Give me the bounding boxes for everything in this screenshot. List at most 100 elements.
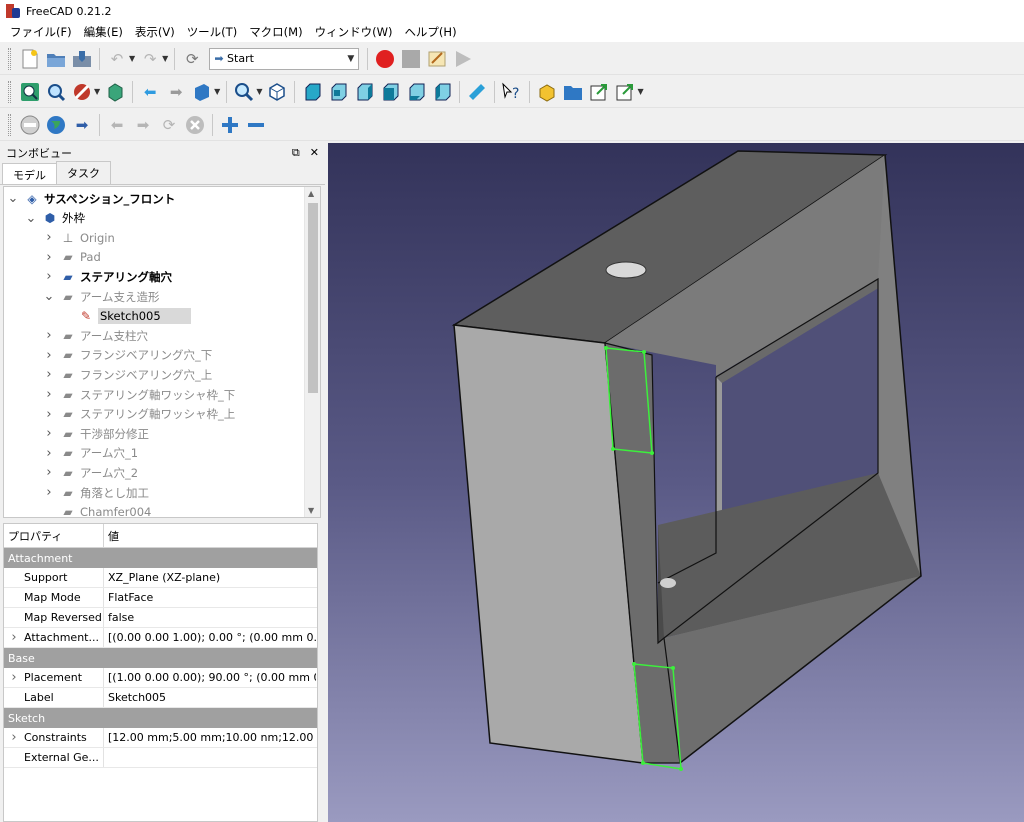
property-row[interactable]: Map Reversed false bbox=[4, 608, 317, 628]
tree-item[interactable]: › ▰ 干渉部分修正 bbox=[42, 424, 149, 443]
tree-item[interactable]: ⌄ ⬢ 外枠 bbox=[24, 209, 85, 228]
tab-model[interactable]: モデル bbox=[2, 163, 57, 184]
property-value[interactable]: [12.00 mm;5.00 mm;10.00 nm;12.00 m... bbox=[104, 731, 316, 744]
bottom-view-icon[interactable] bbox=[405, 81, 427, 103]
undo-icon[interactable]: ↶ bbox=[106, 48, 128, 70]
tree-item[interactable]: › ▰ ステアリング軸ワッシャ枠_上 bbox=[42, 405, 235, 424]
chevron-right-icon[interactable]: › bbox=[42, 328, 56, 343]
tree-item[interactable]: ✎ Sketch005 bbox=[60, 307, 191, 326]
property-row[interactable]: › Attachment... [(0.00 0.00 1.00); 0.00 °;… bbox=[4, 628, 317, 648]
fit-selection-icon[interactable] bbox=[45, 81, 67, 103]
chevron-down-icon[interactable]: ⌄ bbox=[6, 191, 20, 206]
chevron-down-icon[interactable]: ⌄ bbox=[42, 289, 56, 304]
sync-view-dropdown-icon[interactable]: ▼ bbox=[214, 87, 220, 96]
redo-icon[interactable]: ↷ bbox=[139, 48, 161, 70]
menu-help[interactable]: ヘルプ(H) bbox=[398, 24, 462, 40]
bounding-box-icon[interactable] bbox=[104, 81, 126, 103]
web-stop-icon[interactable] bbox=[184, 114, 206, 136]
open-folder-icon[interactable] bbox=[45, 48, 67, 70]
web-back-icon[interactable]: ⬅ bbox=[106, 114, 128, 136]
link-actions-dropdown-icon[interactable]: ▼ bbox=[637, 87, 643, 96]
link-actions-icon[interactable] bbox=[614, 81, 636, 103]
refresh-icon[interactable]: ⟳ bbox=[181, 48, 203, 70]
menu-edit[interactable]: 編集(E) bbox=[78, 24, 129, 40]
left-view-icon[interactable] bbox=[431, 81, 453, 103]
tab-task[interactable]: タスク bbox=[56, 161, 111, 184]
chevron-right-icon[interactable]: › bbox=[42, 446, 56, 461]
make-link-icon[interactable] bbox=[588, 81, 610, 103]
undo-dropdown-icon[interactable]: ▼ bbox=[129, 54, 135, 63]
tree-item[interactable]: ⌄ ◈ サスペンション_フロント bbox=[6, 189, 176, 208]
3d-model-view[interactable] bbox=[328, 143, 1024, 822]
property-value[interactable]: [(1.00 0.00 0.00); 90.00 °; (0.00 mm 0.0… bbox=[104, 671, 316, 684]
macro-edit-icon[interactable] bbox=[426, 48, 448, 70]
web-go-icon[interactable]: ➡ bbox=[71, 114, 93, 136]
chevron-right-icon[interactable]: › bbox=[4, 730, 24, 745]
tree-item[interactable]: › ▰ フランジベアリング穴_上 bbox=[42, 365, 212, 384]
web-globe-icon[interactable] bbox=[45, 114, 67, 136]
property-value[interactable]: [(0.00 0.00 1.00); 0.00 °; (0.00 mm 0.00… bbox=[104, 631, 316, 644]
scroll-down-icon[interactable]: ▼ bbox=[308, 506, 314, 515]
tree-item[interactable]: › ▰ 角落とし加工 bbox=[42, 483, 149, 502]
property-group-header[interactable]: Attachment bbox=[4, 548, 317, 568]
scrollbar-thumb[interactable] bbox=[308, 203, 318, 393]
chevron-right-icon[interactable]: › bbox=[4, 630, 24, 645]
close-panel-icon[interactable]: ✕ bbox=[310, 146, 319, 159]
draw-style-icon[interactable] bbox=[71, 81, 93, 103]
macro-stop-icon[interactable] bbox=[400, 48, 422, 70]
tree-item[interactable]: › ▰ アーム穴_2 bbox=[42, 463, 138, 482]
property-group-header[interactable]: Base bbox=[4, 648, 317, 668]
3d-viewport[interactable] bbox=[328, 143, 1024, 822]
tree-item[interactable]: › ▰ フランジベアリング穴_下 bbox=[42, 346, 212, 365]
property-row[interactable]: Map Mode FlatFace bbox=[4, 588, 317, 608]
toolbar-grip[interactable] bbox=[8, 113, 11, 136]
tree-item[interactable]: › ⊥ Origin bbox=[42, 228, 114, 247]
workbench-selector[interactable]: ➡ Start ▼ bbox=[209, 47, 360, 70]
chevron-right-icon[interactable]: › bbox=[42, 426, 56, 441]
scroll-up-icon[interactable]: ▲ bbox=[308, 189, 314, 198]
menu-window[interactable]: ウィンドウ(W) bbox=[309, 24, 399, 40]
property-group-header[interactable]: Sketch bbox=[4, 708, 317, 728]
property-row[interactable]: › Constraints [12.00 mm;5.00 mm;10.00 nm;1… bbox=[4, 728, 317, 748]
top-view-icon[interactable] bbox=[327, 81, 349, 103]
chevron-right-icon[interactable]: › bbox=[4, 670, 24, 685]
tree-scrollbar[interactable]: ▲ ▼ bbox=[304, 187, 320, 517]
menu-macro[interactable]: マクロ(M) bbox=[243, 24, 308, 40]
menu-tools[interactable]: ツール(T) bbox=[181, 24, 244, 40]
chevron-right-icon[interactable]: › bbox=[42, 269, 56, 284]
front-view-icon[interactable] bbox=[301, 81, 323, 103]
sync-view-icon[interactable] bbox=[191, 81, 213, 103]
chevron-right-icon[interactable]: › bbox=[42, 387, 56, 402]
redo-dropdown-icon[interactable]: ▼ bbox=[162, 54, 168, 63]
zoom-in-icon[interactable] bbox=[219, 114, 241, 136]
model-tree[interactable]: ▰ Chamfer004 › ▰ 角落とし加工 › ▰ アーム穴_2 › ▰ アーム穴_1 › ▰ 干渉部… bbox=[3, 186, 321, 518]
chevron-right-icon[interactable]: › bbox=[42, 348, 56, 363]
zoom-icon[interactable] bbox=[233, 81, 255, 103]
property-value[interactable]: false bbox=[104, 611, 316, 624]
forward-arrow-icon[interactable]: ➡ bbox=[165, 81, 187, 103]
web-refresh-icon[interactable]: ⟳ bbox=[158, 114, 180, 136]
zoom-dropdown-icon[interactable]: ▼ bbox=[256, 87, 262, 96]
draw-style-dropdown-icon[interactable]: ▼ bbox=[94, 87, 100, 96]
tree-item[interactable]: › ▰ アーム穴_1 bbox=[42, 444, 138, 463]
create-part-icon[interactable] bbox=[536, 81, 558, 103]
chevron-down-icon[interactable]: ⌄ bbox=[24, 211, 38, 226]
toolbar-grip[interactable] bbox=[8, 47, 11, 70]
property-value[interactable]: FlatFace bbox=[104, 591, 316, 604]
chevron-right-icon[interactable]: › bbox=[42, 250, 56, 265]
save-icon[interactable] bbox=[71, 48, 93, 70]
tree-item[interactable]: › ▰ ステアリング軸穴 bbox=[42, 267, 172, 286]
property-row[interactable]: External Ge... bbox=[4, 748, 317, 768]
isometric-view-icon[interactable] bbox=[266, 81, 288, 103]
chevron-right-icon[interactable]: › bbox=[42, 465, 56, 480]
menu-view[interactable]: 表示(V) bbox=[129, 24, 181, 40]
tree-item[interactable]: ▰ Chamfer004 bbox=[42, 503, 151, 517]
rear-view-icon[interactable] bbox=[379, 81, 401, 103]
tree-item[interactable]: › ▰ アーム支柱穴 bbox=[42, 326, 148, 345]
property-row[interactable]: › Placement [(1.00 0.00 0.00); 90.00 °; (0… bbox=[4, 668, 317, 688]
property-row[interactable]: Support XZ_Plane (XZ-plane) bbox=[4, 568, 317, 588]
toolbar-grip[interactable] bbox=[8, 80, 11, 103]
tree-item[interactable]: › ▰ Pad bbox=[42, 248, 100, 267]
property-value[interactable]: Sketch005 bbox=[104, 691, 316, 704]
chevron-right-icon[interactable]: › bbox=[42, 230, 56, 245]
